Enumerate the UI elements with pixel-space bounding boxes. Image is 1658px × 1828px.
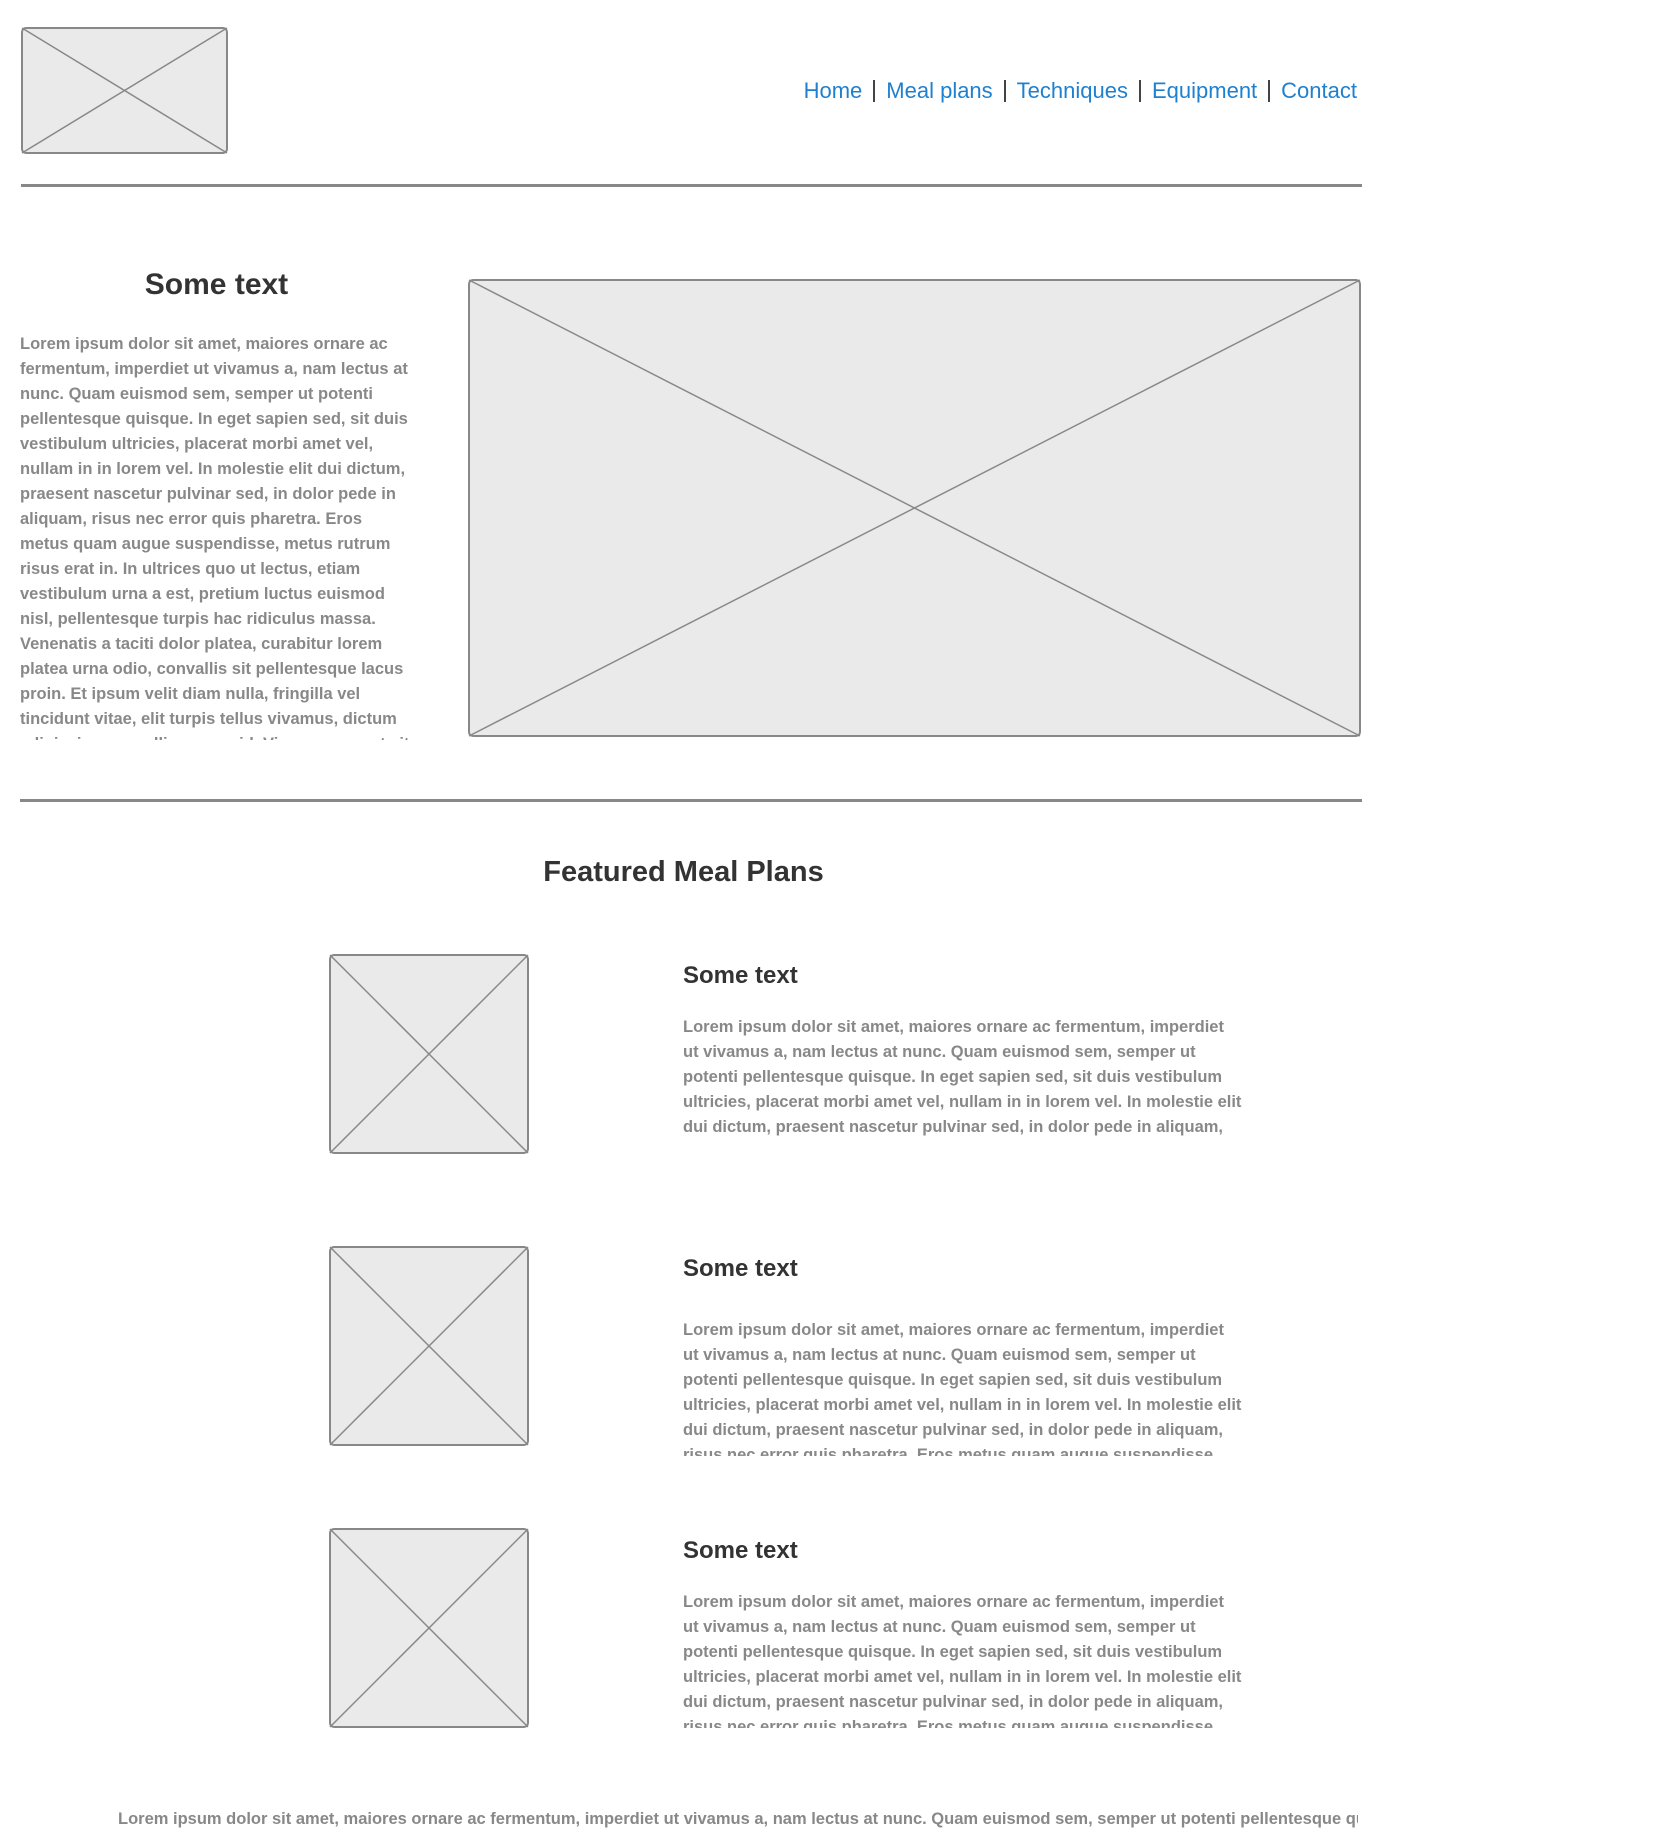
nav-separator <box>873 80 876 102</box>
nav-equipment[interactable]: Equipment <box>1152 78 1257 104</box>
footer-text: Lorem ipsum dolor sit amet, maiores orna… <box>118 1810 1358 1828</box>
nav-techniques[interactable]: Techniques <box>1017 78 1128 104</box>
hero-image-placeholder[interactable] <box>468 279 1361 737</box>
nav-meal-plans[interactable]: Meal plans <box>886 78 992 104</box>
nav-separator <box>1138 80 1141 102</box>
hero-title: Some text <box>144 268 289 301</box>
meal-plan-image-placeholder[interactable] <box>329 1246 529 1446</box>
meal-plan-title: Some text <box>683 962 798 989</box>
nav-separator <box>1003 80 1006 102</box>
meal-plan-title: Some text <box>683 1255 798 1282</box>
nav-contact[interactable]: Contact <box>1281 78 1357 104</box>
image-placeholder-icon <box>329 1246 529 1446</box>
meal-plan-body: Lorem ipsum dolor sit amet, maiores orna… <box>683 1321 1242 1456</box>
meal-plan-title: Some text <box>683 1537 798 1564</box>
image-placeholder-icon <box>21 27 228 154</box>
header-divider <box>21 184 1362 187</box>
nav-separator <box>1268 80 1271 102</box>
meal-plan-image-placeholder[interactable] <box>329 1528 529 1728</box>
meal-plan-image-placeholder[interactable] <box>329 954 529 1154</box>
main-nav: Home Meal plans Techniques Equipment Con… <box>804 78 1357 104</box>
image-placeholder-icon <box>329 1528 529 1728</box>
image-placeholder-icon <box>329 954 529 1154</box>
nav-home[interactable]: Home <box>804 78 863 104</box>
hero-body: Lorem ipsum dolor sit amet, maiores orna… <box>20 335 414 740</box>
featured-title: Featured Meal Plans <box>543 856 824 888</box>
image-placeholder-icon <box>468 279 1361 737</box>
meal-plan-body: Lorem ipsum dolor sit amet, maiores orna… <box>683 1593 1242 1728</box>
logo-placeholder[interactable] <box>21 27 228 154</box>
meal-plan-body: Lorem ipsum dolor sit amet, maiores orna… <box>683 1018 1242 1136</box>
hero-divider <box>20 799 1362 802</box>
